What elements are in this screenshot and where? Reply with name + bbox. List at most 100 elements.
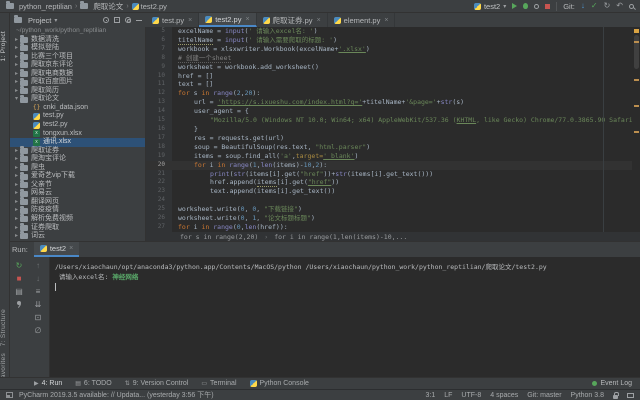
rerun-button[interactable]: ↻: [16, 262, 23, 270]
tree-item[interactable]: ▸解析免费视频: [10, 215, 145, 224]
tool-tab-structure[interactable]: 7: Structure: [0, 309, 10, 346]
collapse-all-button[interactable]: [114, 17, 120, 23]
editor-scrollbar[interactable]: [632, 27, 640, 232]
soft-wrap-button[interactable]: ≡: [36, 288, 41, 296]
code-line[interactable]: 27for i in range(0,len(href)):: [146, 223, 640, 232]
code-line[interactable]: 15"Mozilla/5.0 (Windows NT 10.0; Win64; …: [146, 116, 640, 125]
code-line[interactable]: 5excelName = input(' 请输入excel名: '): [146, 27, 640, 36]
close-icon[interactable]: ×: [69, 245, 73, 252]
editor-tab[interactable]: test2.py×: [199, 13, 256, 27]
code-line[interactable]: 18soup = BeautifulSoup(res.text, "html.p…: [146, 143, 640, 152]
code-line[interactable]: 9worksheet = workbook.add_worksheet(): [146, 63, 640, 72]
breadcrumb-item[interactable]: 爬取论文: [80, 1, 123, 12]
clear-all-button[interactable]: ∅: [35, 327, 42, 335]
lock-icon[interactable]: [613, 395, 618, 399]
toolwindow-button-todo[interactable]: ▤6: TODO: [75, 380, 111, 387]
code-line[interactable]: 20for i in range(1,len(items)-10,2):: [146, 161, 640, 170]
code-area[interactable]: 5excelName = input(' 请输入excel名: ')6titel…: [146, 27, 640, 232]
git-commit-button[interactable]: ✓: [591, 2, 598, 10]
hide-panel-button[interactable]: [136, 20, 142, 21]
git-history-button[interactable]: ↻: [604, 2, 611, 10]
tree-item[interactable]: 通讯.xlsx: [10, 138, 145, 147]
code-line[interactable]: 10href = []: [146, 72, 640, 81]
restore-layout-button[interactable]: ▤: [15, 288, 23, 296]
tool-tab-project[interactable]: 1: Project: [0, 31, 10, 61]
breadcrumb-item[interactable]: test2.py: [132, 2, 167, 11]
stop-button[interactable]: ■: [17, 275, 22, 283]
caret-position[interactable]: 3:1: [426, 392, 436, 399]
coverage-button[interactable]: [534, 4, 539, 9]
status-message[interactable]: PyCharm 2019.3.5 available: // Updata...…: [19, 390, 214, 400]
code-line[interactable]: 12for s in range(2,20):: [146, 89, 640, 98]
run-button[interactable]: [512, 3, 517, 9]
code-context-item[interactable]: for s in range(2,20): [180, 233, 258, 241]
tree-item[interactable]: ▸证券爬取: [10, 224, 145, 233]
reader-mode-icon[interactable]: [627, 393, 634, 398]
toggle-toolwindows-icon[interactable]: [6, 392, 13, 398]
tree-item[interactable]: ▸爬虫: [10, 164, 145, 173]
tree-item[interactable]: ▸比赛三个项目: [10, 53, 145, 62]
settings-gear-icon[interactable]: [125, 17, 131, 23]
code-line[interactable]: 23text.append(items[i].get_text()): [146, 187, 640, 196]
debug-button[interactable]: [523, 3, 528, 9]
console-caret-line[interactable]: [55, 282, 640, 292]
tree-item[interactable]: ▸防疫疫情: [10, 206, 145, 215]
breadcrumb-item[interactable]: python_reptilian: [6, 2, 72, 11]
code-line[interactable]: 6titelName = input(' 请输入需要爬取的标题: '): [146, 36, 640, 45]
tree-item[interactable]: tongxun.xlsx: [10, 130, 145, 139]
code-line[interactable]: 13url = 'https://s.ixueshu.com/index.htm…: [146, 98, 640, 107]
indent-style[interactable]: 4 spaces: [490, 392, 518, 399]
down-stack-trace-button[interactable]: ↓: [36, 275, 40, 283]
editor-tab[interactable]: 爬取证券.py×: [257, 13, 328, 27]
run-tab[interactable]: test2 ×: [34, 242, 79, 257]
close-icon[interactable]: ×: [317, 17, 321, 24]
code-line[interactable]: 21print(str(items[i].get("href"))+str(it…: [146, 170, 640, 179]
run-config-selector[interactable]: test2 ▾: [474, 2, 506, 11]
console-output[interactable]: /Users/xiaochaun/opt/anaconda3/python.ap…: [51, 257, 640, 377]
code-line[interactable]: 7workbook = xlsxwriter.Workbook(excelNam…: [146, 45, 640, 54]
locate-file-button[interactable]: [103, 17, 109, 23]
code-line[interactable]: 14user_agent = {: [146, 107, 640, 116]
tree-item[interactable]: ▸模拟登陆: [10, 44, 145, 53]
search-everywhere-icon[interactable]: [629, 4, 634, 9]
code-line[interactable]: 17res = requests.get(url): [146, 134, 640, 143]
close-icon[interactable]: ×: [384, 17, 388, 24]
python-interpreter[interactable]: Python 3.8: [571, 392, 604, 399]
code-context-item[interactable]: for i in range(1,len(items)-10,...: [274, 233, 407, 241]
project-panel-title[interactable]: Project: [28, 16, 51, 25]
code-line[interactable]: 24: [146, 196, 640, 205]
code-line[interactable]: 22href.append(items[i].get("href")): [146, 178, 640, 187]
console-user-input[interactable]: 神经网络: [112, 273, 138, 281]
tree-item[interactable]: test.py: [10, 112, 145, 121]
pin-tab-button[interactable]: [17, 301, 21, 305]
toolwindow-button-python[interactable]: Python Console: [250, 380, 309, 387]
tree-item[interactable]: ▸爬取京东评论: [10, 61, 145, 70]
up-stack-trace-button[interactable]: ↑: [36, 262, 40, 270]
event-log-button[interactable]: Event Log: [592, 380, 640, 387]
project-root-path[interactable]: ~/python_work/python_reptilian: [10, 27, 145, 36]
toolwindow-button-vcs[interactable]: ⇅9: Version Control: [125, 380, 189, 387]
tree-item[interactable]: ▸网易云: [10, 189, 145, 198]
tree-item[interactable]: cnki_data.json: [10, 104, 145, 113]
line-separator[interactable]: LF: [444, 392, 452, 399]
code-editor[interactable]: 5excelName = input(' 请输入excel名: ')6titel…: [146, 27, 640, 232]
tree-item[interactable]: ▾爬取论文: [10, 95, 145, 104]
git-rollback-button[interactable]: ↶: [616, 2, 623, 10]
tree-item[interactable]: ▸爬取电商数据: [10, 70, 145, 79]
stop-button[interactable]: [545, 4, 550, 9]
tree-item[interactable]: ▸爱奇艺vip下载: [10, 172, 145, 181]
toolwindow-button-terminal[interactable]: ▭Terminal: [201, 380, 236, 387]
print-button[interactable]: ⊡: [35, 314, 42, 322]
code-line[interactable]: 11text = []: [146, 80, 640, 89]
tree-item[interactable]: ▸爬取证券: [10, 147, 145, 156]
git-update-button[interactable]: ↓: [581, 2, 585, 10]
code-line[interactable]: 19items = soup.find_all('a',target='_bla…: [146, 152, 640, 161]
tree-item[interactable]: ▸爬取百度图片: [10, 78, 145, 87]
editor-tab[interactable]: element.py×: [328, 13, 396, 27]
toolwindow-button-run[interactable]: ▶4: Run: [34, 380, 62, 387]
inspection-indicator[interactable]: [634, 29, 639, 33]
code-line[interactable]: 8# 创建一个sheet: [146, 54, 640, 63]
tree-item[interactable]: ▸数据清洗: [10, 36, 145, 45]
file-encoding[interactable]: UTF-8: [461, 392, 481, 399]
scroll-to-end-button[interactable]: ⇊: [35, 301, 42, 309]
